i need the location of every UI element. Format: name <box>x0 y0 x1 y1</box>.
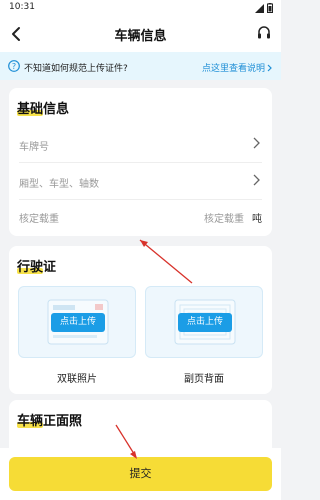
license-back-upload[interactable]: 点击上传 <box>145 286 263 358</box>
upload-help-banner[interactable]: ? 不知道如何规范上传证件? 点这里查看说明 <box>0 52 281 80</box>
plate-number-row[interactable]: 车牌号 <box>19 126 262 162</box>
battery-icon <box>267 3 273 13</box>
rated-load-label: 核定载重 <box>19 214 59 225</box>
license-front-upload[interactable]: 点击上传 <box>18 286 136 358</box>
rated-load-row: 核定载重 核定载重 吨 <box>19 198 262 234</box>
rated-load-unit: 吨 <box>252 214 262 225</box>
svg-text:?: ? <box>12 62 16 71</box>
headset-icon[interactable] <box>257 25 271 41</box>
upload-button[interactable]: 点击上传 <box>178 313 232 332</box>
status-bar: 10:31 <box>0 0 281 16</box>
chevron-right-icon <box>267 64 272 71</box>
vehicle-type-label: 厢型、车型、轴数 <box>19 179 99 190</box>
bottom-bar: 提交 <box>0 448 281 500</box>
basic-info-card: 基础信息 车牌号 厢型、车型、轴数 核定载重 核定载重 吨 <box>9 88 272 236</box>
question-circle-icon: ? <box>8 60 20 72</box>
view-guide-label: 点这里查看说明 <box>201 64 265 74</box>
page-title: 车辆信息 <box>114 29 167 44</box>
status-time: 10:31 <box>9 2 35 12</box>
driving-license-card: 行驶证 点击上传 双联照片 点击上传 副页背面 <box>9 246 272 394</box>
nav-bar: 车辆信息 <box>0 16 281 52</box>
license-back-caption: 副页背面 <box>184 374 224 385</box>
license-front-caption: 双联照片 <box>57 374 97 385</box>
signal-icon <box>255 3 264 13</box>
vehicle-type-row[interactable]: 厢型、车型、轴数 <box>19 163 262 199</box>
upload-button[interactable]: 点击上传 <box>51 313 105 332</box>
submit-button[interactable]: 提交 <box>9 457 272 491</box>
chevron-right-icon <box>253 137 260 149</box>
status-icons <box>255 3 273 13</box>
banner-text: 不知道如何规范上传证件? <box>24 64 128 74</box>
front-photo-title: 车辆正面照 <box>17 414 83 429</box>
view-guide-link[interactable]: 点这里查看说明 <box>202 61 272 74</box>
chevron-right-icon <box>253 174 260 186</box>
basic-info-title: 基础信息 <box>17 102 70 117</box>
rated-load-input[interactable]: 核定载重 <box>204 210 244 225</box>
driving-license-title: 行驶证 <box>17 260 57 275</box>
plate-number-label: 车牌号 <box>19 142 49 153</box>
